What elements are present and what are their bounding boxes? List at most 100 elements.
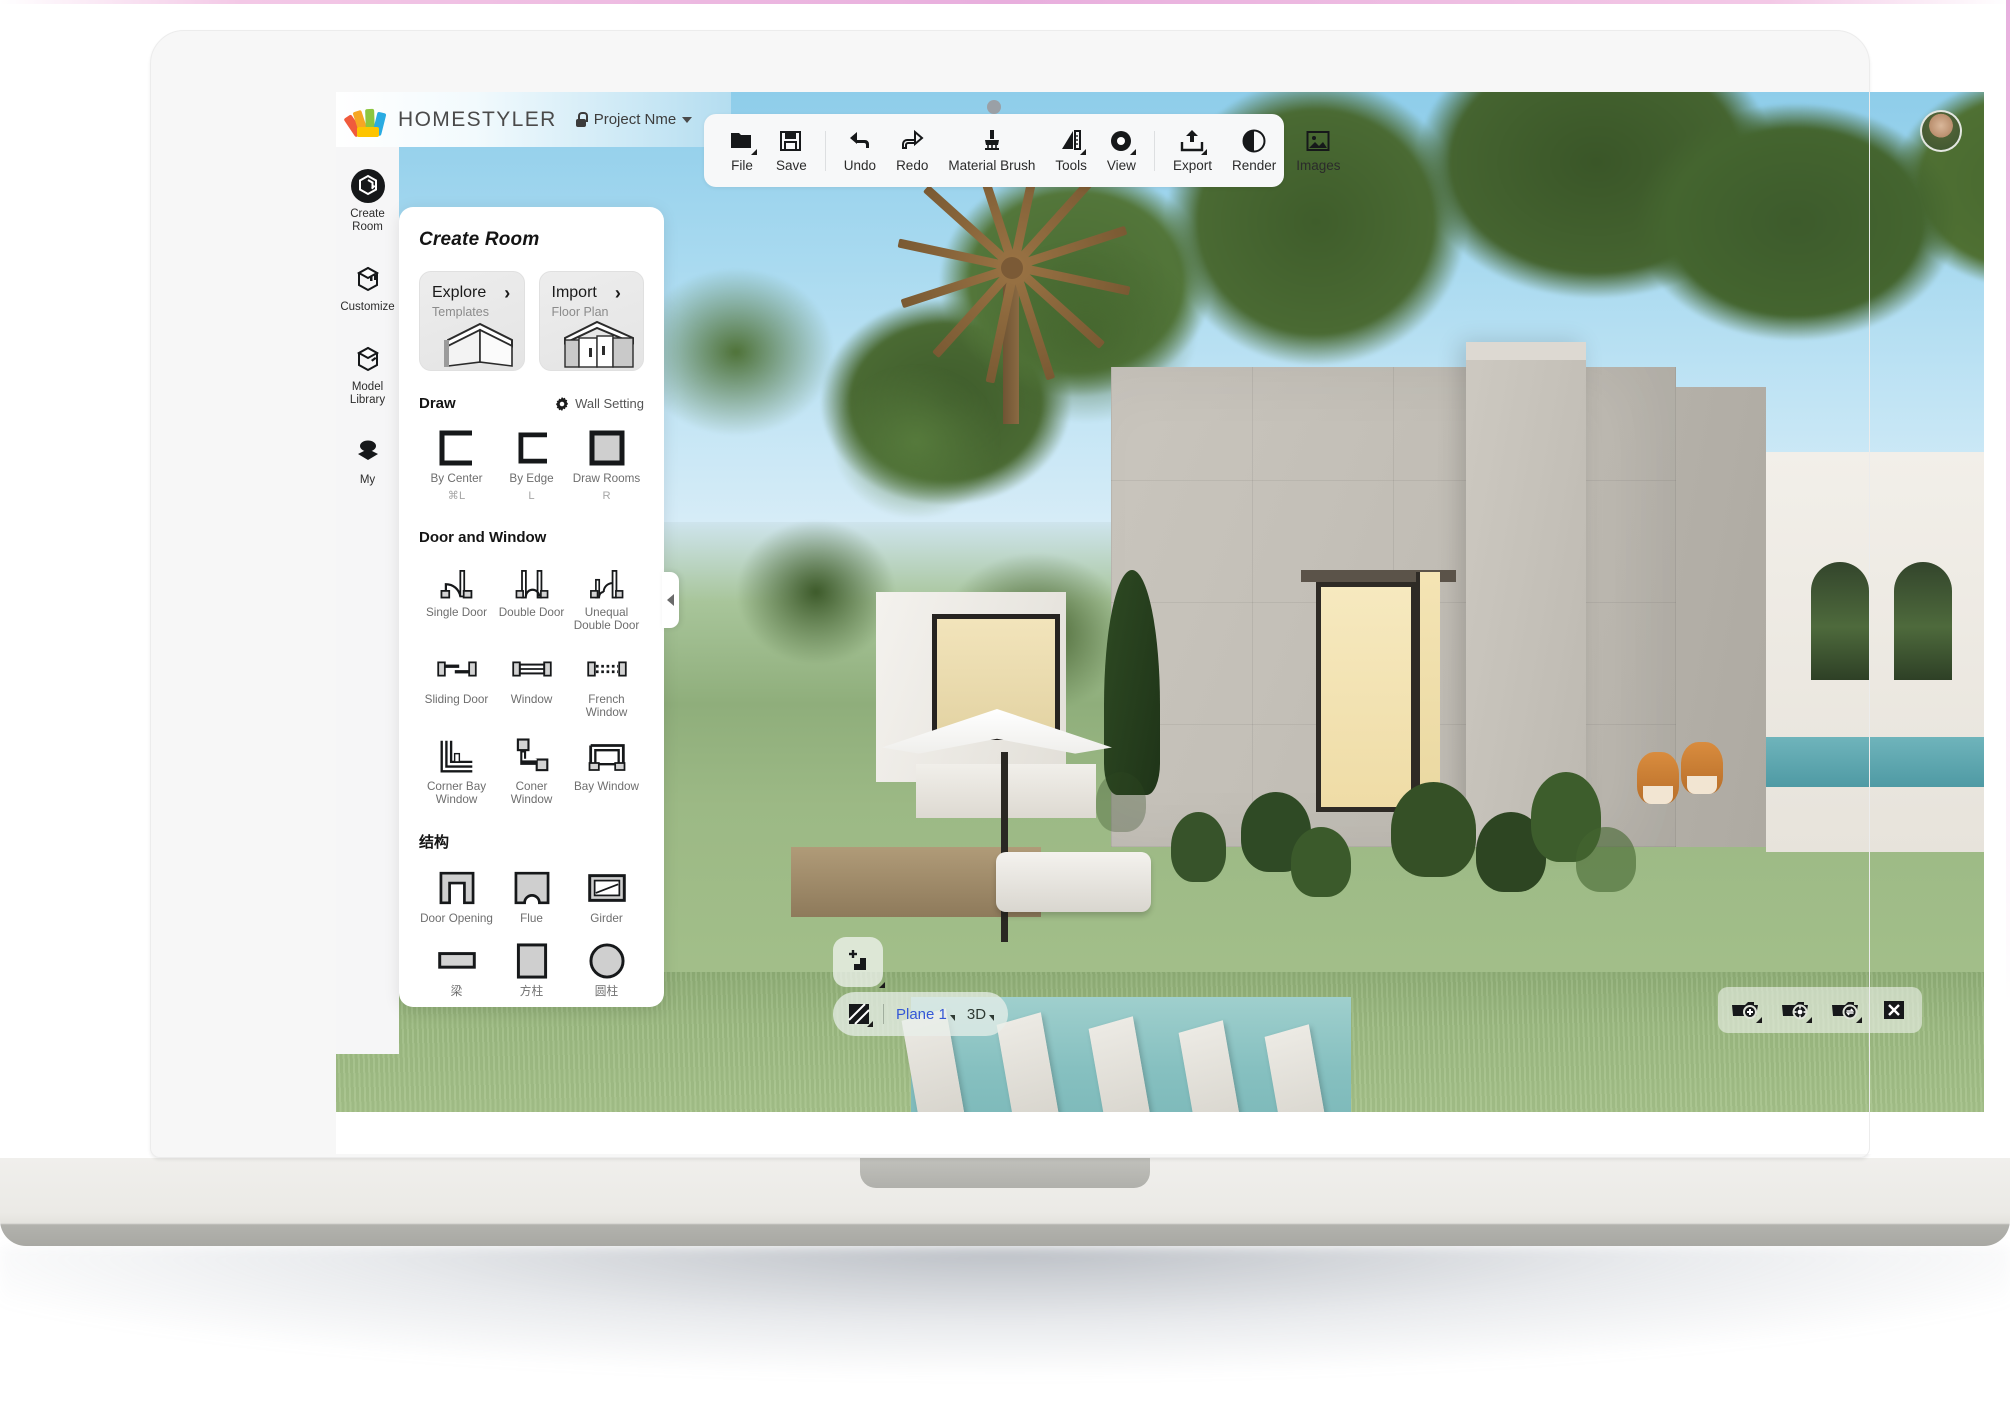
tool-square-column[interactable]: 方柱 xyxy=(494,935,569,1005)
tool-label: 方柱 xyxy=(519,985,544,998)
collapse-panel-button[interactable] xyxy=(662,572,679,628)
tool-round-column[interactable]: 圆柱 xyxy=(569,935,644,1005)
wall-by-edge-icon xyxy=(511,428,553,468)
undo-arrow-icon xyxy=(847,128,873,154)
toolbar-button-images[interactable]: Images xyxy=(1286,128,1350,173)
import-floorplan-card[interactable]: Import › Floor Plan xyxy=(538,271,644,371)
tool-label: Double Door xyxy=(498,605,565,619)
tool-window[interactable]: Window xyxy=(494,643,569,726)
camera-add-button[interactable] xyxy=(1730,998,1762,1023)
toolbar-button-save[interactable]: Save xyxy=(766,128,817,173)
toolbar-button-label: Render xyxy=(1231,158,1277,173)
tool-sliding-door[interactable]: Sliding Door xyxy=(419,643,494,726)
dropdown-caret-icon xyxy=(1756,1017,1762,1023)
homestyler-app: HOMESTYLER Project Nme File Save Undo Redo M… xyxy=(336,92,1984,1154)
toolbar-button-view[interactable]: View xyxy=(1097,128,1146,173)
camera-settings-button[interactable] xyxy=(1780,998,1812,1023)
homestyler-logo-icon[interactable] xyxy=(343,103,387,138)
dropdown-caret-icon xyxy=(1856,1017,1862,1023)
unequal-double-door-icon xyxy=(586,562,628,602)
dropdown-caret-icon xyxy=(1201,149,1208,155)
view-mode-label: 3D xyxy=(966,1005,987,1023)
tool-shortcut: R xyxy=(602,489,611,502)
tool-double-door[interactable]: Double Door xyxy=(494,556,569,639)
tool-beam[interactable]: 梁 xyxy=(419,935,494,1005)
divider xyxy=(883,1004,884,1024)
tool-unequal-double-door[interactable]: Unequal Double Door xyxy=(569,556,644,639)
door-opening-icon xyxy=(436,868,478,908)
toolbar-drag-handle[interactable] xyxy=(987,100,1001,114)
folder-icon xyxy=(729,128,757,155)
add-level-button[interactable] xyxy=(833,937,885,988)
ruler-icon xyxy=(1058,128,1087,155)
sidebar-item-model-library[interactable]: Model Library xyxy=(338,342,398,407)
wall-by-center-icon xyxy=(436,428,478,468)
dropdown-caret-icon xyxy=(1806,1017,1812,1023)
close-x-button[interactable] xyxy=(1880,998,1910,1022)
toolbar-button-export[interactable]: Export xyxy=(1163,128,1222,173)
tool-door-opening[interactable]: Door Opening xyxy=(419,862,494,932)
chevron-right-icon: › xyxy=(504,283,511,303)
toolbar-button-material-brush[interactable]: Material Brush xyxy=(938,128,1045,173)
tool-label: Unequal Double Door xyxy=(573,605,640,633)
collapse-panel-arrow-icon xyxy=(667,594,674,606)
gear-icon xyxy=(555,396,569,411)
tool-label: Window xyxy=(510,692,553,706)
toolbar-button-render[interactable]: Render xyxy=(1222,128,1286,173)
tool-wall-by-center[interactable]: By Center ⌘L xyxy=(419,422,494,509)
toolbar-button-file[interactable]: File xyxy=(718,128,766,173)
tool-girder[interactable]: Girder xyxy=(569,862,644,932)
chevron-right-icon: › xyxy=(614,283,621,303)
sidebar-item-my[interactable]: My xyxy=(338,435,398,487)
plane-selector[interactable]: Plane 1 xyxy=(896,1006,955,1023)
explore-templates-card[interactable]: Explore › Templates xyxy=(419,271,525,371)
view-mode-selector[interactable]: 3D xyxy=(966,1005,995,1023)
toolbar-button-label: Redo xyxy=(896,158,929,173)
toolbar-button-tools[interactable]: Tools xyxy=(1045,128,1097,173)
decorative-right-edge xyxy=(2006,0,2010,1338)
pool-right xyxy=(1766,737,1984,787)
decorative-top-edge xyxy=(0,0,2010,4)
tool-label: Corner Bay Window xyxy=(426,779,487,807)
corner-window-icon xyxy=(511,736,553,776)
images-icon xyxy=(1305,128,1331,154)
tool-draw-rooms[interactable]: Draw Rooms R xyxy=(569,422,644,509)
draw-rooms-icon xyxy=(586,428,628,468)
draw-heading: Draw xyxy=(419,395,456,412)
shrub xyxy=(1576,827,1636,892)
laptop-lid: HOMESTYLER Project Nme File Save Undo Redo M… xyxy=(150,30,1984,1158)
windmill-hub xyxy=(1001,257,1023,279)
main-toolbar: File Save Undo Redo Material Brush Tools View E… xyxy=(704,100,1341,187)
sidebar-item-customize[interactable]: Customize xyxy=(338,262,398,314)
sliding-door-icon xyxy=(436,649,478,689)
wall-setting-button[interactable]: Wall Setting xyxy=(555,396,644,411)
tool-french-window[interactable]: French Window xyxy=(569,643,644,726)
create-room-cards: Explore › Templates Import › Floor Plan xyxy=(419,271,644,371)
sidebar-item-create-room[interactable]: Create Room xyxy=(338,169,398,234)
tool-corner-bay-window[interactable]: Corner Bay Window xyxy=(419,730,494,813)
shrub xyxy=(1291,827,1351,897)
toolbar-divider xyxy=(824,130,826,171)
add-level-icon xyxy=(848,950,866,970)
sidebar-item-label: Create Room xyxy=(350,208,385,233)
tool-flue[interactable]: Flue xyxy=(494,862,569,932)
tool-label: Girder xyxy=(590,911,623,925)
tool-shortcut: ⌘L xyxy=(447,489,466,502)
camera-swap-button[interactable] xyxy=(1830,998,1862,1023)
single-door-icon xyxy=(436,562,478,602)
section-hatch-button[interactable] xyxy=(847,1002,873,1027)
tool-bay-window[interactable]: Bay Window xyxy=(569,730,644,813)
tool-shortcut: L xyxy=(528,489,535,502)
tool-single-door[interactable]: Single Door xyxy=(419,556,494,639)
tool-label: By Center xyxy=(430,472,483,485)
dropdown-caret-icon xyxy=(867,1021,873,1027)
tool-wall-by-edge[interactable]: By Edge L xyxy=(494,422,569,509)
toolbar-button-undo[interactable]: Undo xyxy=(834,128,886,173)
tool-label: Coner Window xyxy=(510,779,553,807)
toolbar-button-redo[interactable]: Redo xyxy=(886,128,938,173)
avatar[interactable] xyxy=(1920,110,1962,152)
tool-corner-window[interactable]: Coner Window xyxy=(494,730,569,813)
toolbar-button-label: Undo xyxy=(843,158,877,173)
project-selector[interactable]: Project Nme xyxy=(575,111,693,128)
patio-umbrella-pole xyxy=(1001,752,1008,942)
